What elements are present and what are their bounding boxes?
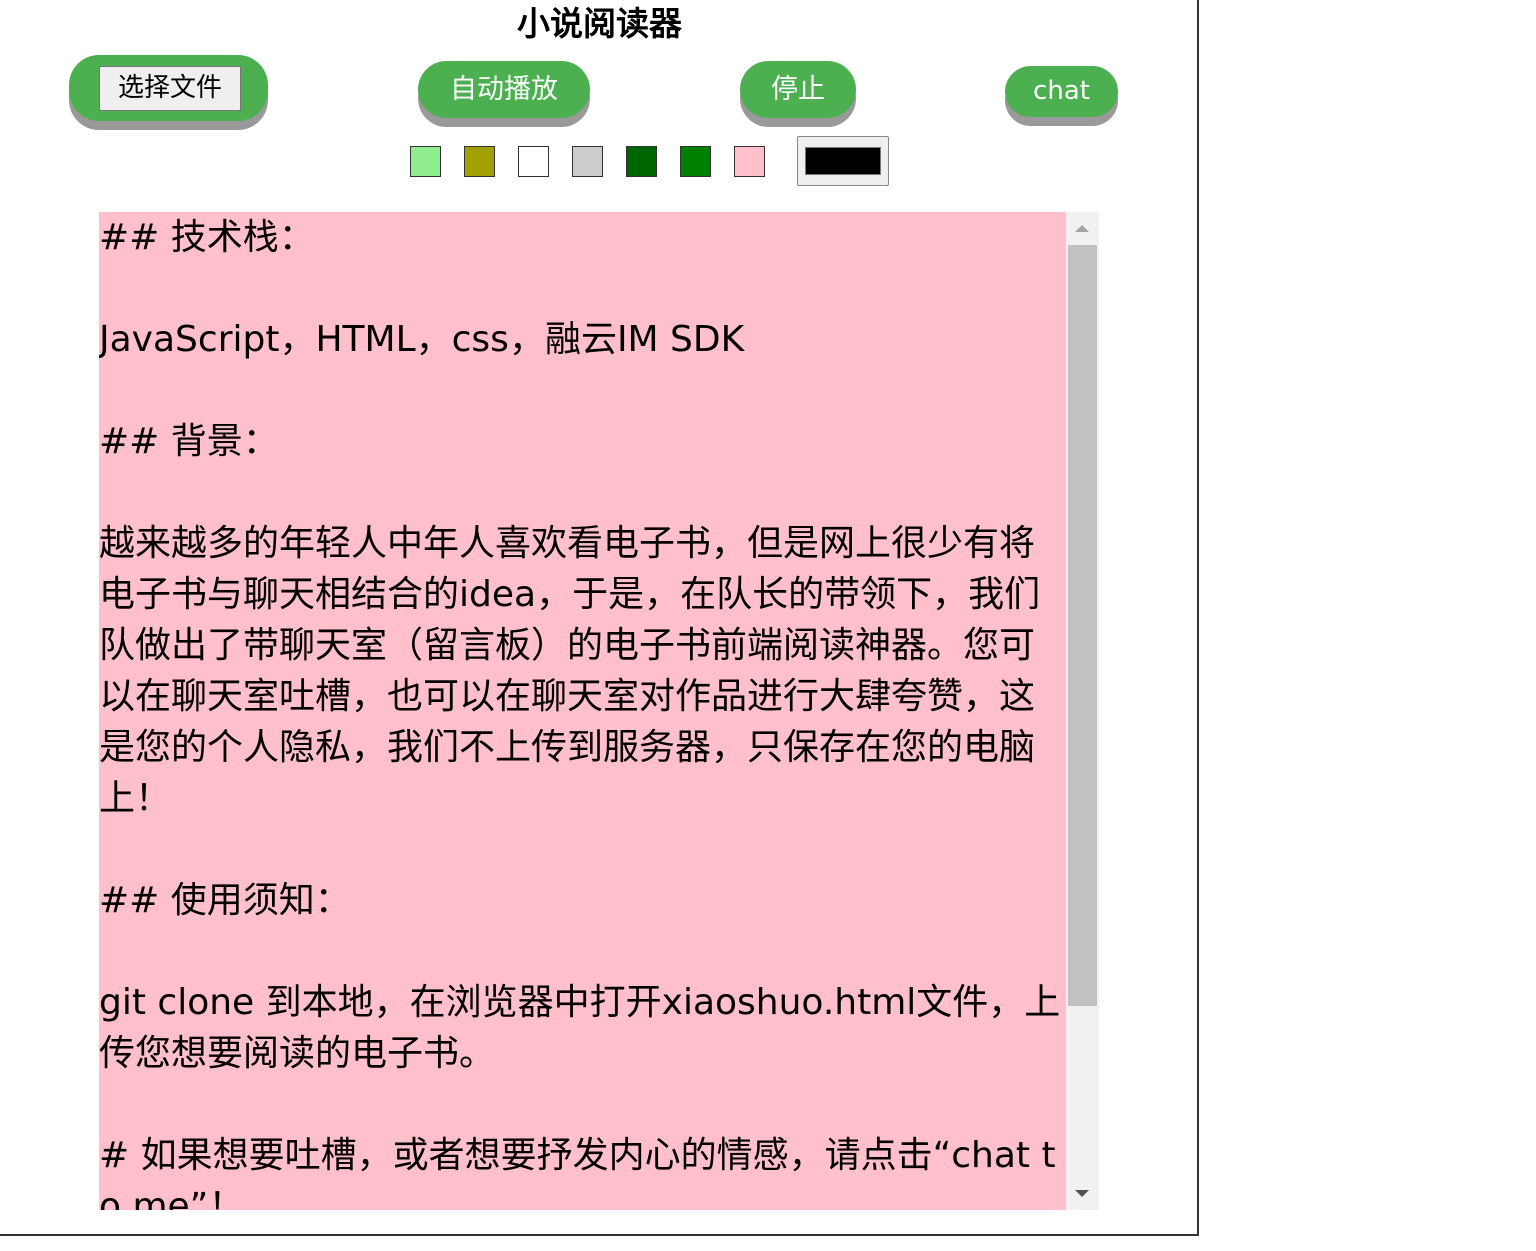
bg-swatch-light-green[interactable] xyxy=(410,146,441,177)
bg-swatch-olive[interactable] xyxy=(464,146,495,177)
stop-button[interactable]: 停止 xyxy=(740,61,856,118)
bg-swatch-light-gray[interactable] xyxy=(572,146,603,177)
reader-text: ## 技术栈： JavaScript，HTML，css，融云IM SDK ## … xyxy=(99,217,1061,1210)
file-upload-container: 选择文件 xyxy=(69,55,268,121)
reader-scrollbar[interactable] xyxy=(1066,212,1099,1210)
chat-button[interactable]: chat xyxy=(1005,66,1118,117)
scroll-up-arrow-icon[interactable] xyxy=(1066,212,1099,244)
text-color-picker[interactable] xyxy=(797,136,889,186)
bg-swatch-pink[interactable] xyxy=(734,146,765,177)
choose-file-button[interactable]: 选择文件 xyxy=(99,66,241,111)
page-title: 小说阅读器 xyxy=(517,4,682,43)
text-color-preview xyxy=(805,147,881,175)
bg-swatch-white[interactable] xyxy=(518,146,549,177)
reader-content[interactable]: ## 技术栈： JavaScript，HTML，css，融云IM SDK ## … xyxy=(99,212,1066,1210)
scroll-down-arrow-icon[interactable] xyxy=(1066,1178,1099,1210)
bg-swatch-green[interactable] xyxy=(680,146,711,177)
autoplay-button[interactable]: 自动播放 xyxy=(418,61,590,118)
scroll-thumb[interactable] xyxy=(1068,245,1097,1006)
bg-swatch-dark-green[interactable] xyxy=(626,146,657,177)
